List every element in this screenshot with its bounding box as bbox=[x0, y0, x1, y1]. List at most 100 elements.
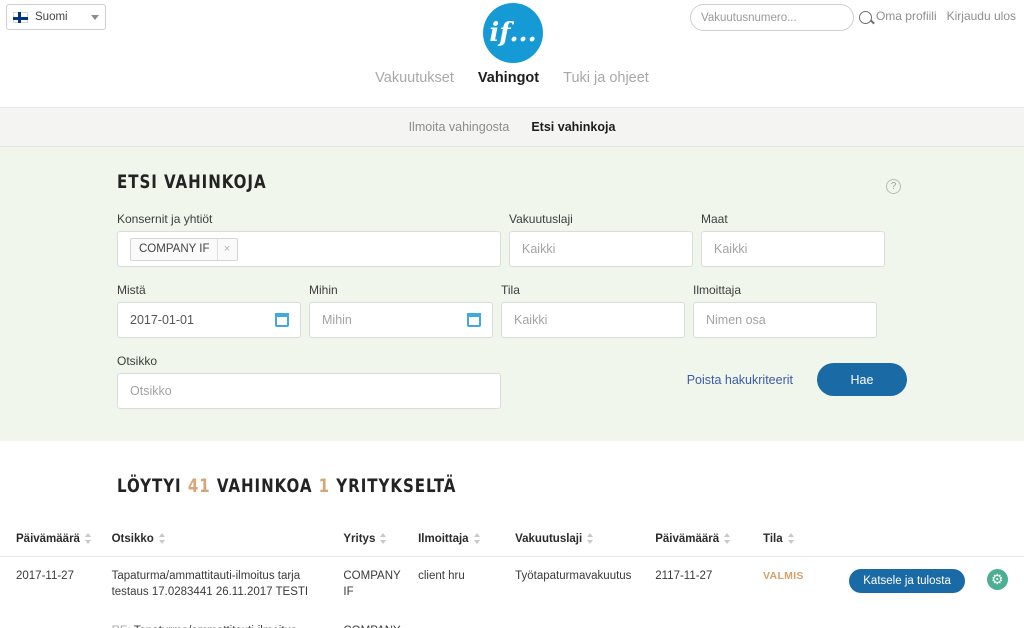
if-logo[interactable]: if... bbox=[483, 3, 543, 63]
top-bar: Suomi if... Oma profiili Kirjaudu ulos V… bbox=[0, 0, 1024, 108]
ilmoittaja-input[interactable]: Nimen osa bbox=[693, 302, 877, 338]
logout-link[interactable]: Kirjaudu ulos bbox=[947, 9, 1016, 23]
cell-actions: Katsele ja tulosta bbox=[843, 557, 981, 613]
field-label-otsikko: Otsikko bbox=[117, 354, 158, 368]
results-title: LÖYTYI 41 VAHINKOA 1 YRITYKSELTÄ bbox=[117, 475, 812, 497]
search-submit-button[interactable]: Hae bbox=[817, 363, 907, 396]
status-badge: VALMIS bbox=[757, 557, 843, 613]
konsernit-input[interactable]: COMPANY IF × bbox=[117, 231, 501, 267]
company-chip-label: COMPANY IF bbox=[139, 243, 210, 255]
tila-input[interactable]: Kaikki bbox=[501, 302, 685, 338]
field-label-konsernit: Konsernit ja yhtiöt bbox=[117, 212, 213, 226]
field-tila: Tila Kaikki bbox=[501, 283, 685, 338]
help-icon[interactable]: ? bbox=[886, 179, 901, 194]
form-row-1: Konsernit ja yhtiöt COMPANY IF × Vakuutu… bbox=[117, 212, 907, 267]
column-label: Päivämäärä bbox=[16, 533, 80, 545]
cell-paivamaara bbox=[0, 612, 106, 628]
cell-paivamaara: 2017-11-27 bbox=[16, 570, 74, 582]
search-icon[interactable] bbox=[859, 11, 872, 24]
chevron-down-icon bbox=[91, 14, 99, 20]
language-label: Suomi bbox=[35, 11, 68, 23]
language-selector[interactable]: Suomi bbox=[6, 4, 106, 30]
sort-icon[interactable] bbox=[473, 533, 481, 544]
column-header-vakuutuslaji[interactable]: Vakuutuslaji bbox=[509, 523, 650, 557]
cell-paivamaara-2 bbox=[649, 612, 757, 628]
account-links: Oma profiili Kirjaudu ulos bbox=[876, 9, 1016, 23]
column-header-otsikko[interactable]: Otsikko bbox=[105, 523, 338, 557]
mista-value: 2017-01-01 bbox=[130, 313, 194, 327]
clear-criteria-link[interactable]: Poista hakukriteerit bbox=[687, 373, 793, 387]
sort-icon[interactable] bbox=[724, 533, 731, 544]
column-header-ilmoittaja[interactable]: Ilmoittaja bbox=[412, 523, 510, 557]
column-label: Tila bbox=[763, 533, 783, 545]
field-label-tila: Tila bbox=[501, 283, 520, 297]
search-input[interactable] bbox=[701, 11, 855, 24]
column-label: Ilmoittaja bbox=[418, 533, 469, 545]
cell-actions bbox=[843, 612, 981, 628]
subnav-item-ilmoita-vahingosta[interactable]: Ilmoita vahingosta bbox=[409, 120, 510, 134]
sort-icon[interactable] bbox=[380, 533, 387, 544]
results-table: Päivämäärä Otsikko Yritys Ilmoittaja Vak… bbox=[0, 523, 1024, 628]
sort-icon[interactable] bbox=[84, 533, 92, 544]
sort-icon[interactable] bbox=[587, 533, 594, 544]
mihin-input[interactable]: Mihin bbox=[309, 302, 493, 338]
cell-vakuutuslaji bbox=[509, 612, 649, 628]
results-company-count: 1 bbox=[318, 475, 331, 497]
sub-navigation: Ilmoita vahingosta Etsi vahinkoja bbox=[0, 108, 1024, 147]
policy-search[interactable] bbox=[690, 4, 872, 31]
cell-yritys: COMPANY bbox=[337, 612, 412, 628]
logo-text: if... bbox=[489, 18, 537, 48]
table-row[interactable]: 2017-11-27 Tapaturma/ammattitauti-ilmoit… bbox=[0, 557, 1024, 613]
nav-item-vakuutukset[interactable]: Vakuutukset bbox=[375, 70, 454, 86]
nav-item-vahingot[interactable]: Vahingot bbox=[478, 70, 539, 86]
finland-flag-icon bbox=[13, 11, 28, 23]
sort-icon[interactable] bbox=[158, 533, 166, 544]
column-header-tila[interactable]: Tila bbox=[757, 523, 844, 557]
table-row[interactable]: RE: Tapaturma/ammattitauti-ilmoitus COMP… bbox=[0, 612, 1024, 628]
sort-icon[interactable] bbox=[787, 533, 795, 544]
column-header-paivamaara-2[interactable]: Päivämäärä bbox=[649, 523, 758, 557]
cell-paivamaara-2: 2117-11-27 bbox=[655, 570, 713, 582]
field-label-vakuutuslaji: Vakuutuslaji bbox=[509, 212, 573, 226]
table-head: Päivämäärä Otsikko Yritys Ilmoittaja Vak… bbox=[0, 523, 1024, 557]
column-header-yritys[interactable]: Yritys bbox=[337, 523, 413, 557]
calendar-icon[interactable] bbox=[467, 313, 481, 327]
results-mid: VAHINKOA bbox=[216, 475, 313, 497]
results-heading: LÖYTYI 41 VAHINKOA 1 YRITYKSELTÄ bbox=[117, 441, 907, 523]
gear-icon[interactable] bbox=[986, 569, 1008, 590]
view-and-print-button[interactable]: Katsele ja tulosta bbox=[849, 569, 965, 593]
column-header-paivamaara[interactable]: Päivämäärä bbox=[0, 523, 106, 557]
field-label-mista: Mistä bbox=[117, 283, 146, 297]
field-label-ilmoittaja: Ilmoittaja bbox=[693, 283, 742, 297]
results-suffix: YRITYKSELTÄ bbox=[336, 475, 457, 497]
field-otsikko: Otsikko Otsikko bbox=[117, 354, 501, 409]
column-label: Vakuutuslaji bbox=[515, 533, 583, 545]
cell-tila bbox=[757, 612, 843, 628]
maat-input[interactable]: Kaikki bbox=[701, 231, 885, 267]
mista-input[interactable]: 2017-01-01 bbox=[117, 302, 301, 338]
page-title: ETSI VAHINKOJA bbox=[117, 171, 267, 193]
field-ilmoittaja: Ilmoittaja Nimen osa bbox=[693, 283, 877, 338]
subnav-item-etsi-vahinkoja[interactable]: Etsi vahinkoja bbox=[531, 120, 615, 134]
form-row-2: Mistä 2017-01-01 Mihin Mihin Tila Kaikki… bbox=[117, 283, 907, 338]
otsikko-input[interactable]: Otsikko bbox=[117, 373, 501, 409]
profile-link[interactable]: Oma profiili bbox=[876, 9, 937, 23]
nav-item-tuki-ja-ohjeet[interactable]: Tuki ja ohjeet bbox=[563, 70, 649, 86]
mihin-placeholder: Mihin bbox=[322, 313, 352, 327]
table-body: 2017-11-27 Tapaturma/ammattitauti-ilmoit… bbox=[0, 557, 1024, 628]
search-panel: ? ETSI VAHINKOJA Konsernit ja yhtiöt COM… bbox=[0, 147, 1024, 441]
cell-ilmoittaja: client hru bbox=[418, 570, 465, 582]
vakuutuslaji-input[interactable]: Kaikki bbox=[509, 231, 693, 267]
field-mista: Mistä 2017-01-01 bbox=[117, 283, 301, 338]
cell-otsikko: RE: Tapaturma/ammattitauti-ilmoitus bbox=[106, 612, 338, 628]
cell-otsikko: Tapaturma/ammattitauti-ilmoitus tarja te… bbox=[111, 570, 309, 598]
cell-yritys: COMPANY IF bbox=[343, 570, 401, 598]
results-count: 41 bbox=[187, 475, 211, 497]
field-vakuutuslaji: Vakuutuslaji Kaikki bbox=[509, 212, 693, 267]
status-label: VALMIS bbox=[763, 570, 804, 582]
close-icon[interactable]: × bbox=[216, 238, 237, 260]
company-chip: COMPANY IF × bbox=[130, 237, 238, 261]
field-maat: Maat Kaikki bbox=[701, 212, 885, 267]
calendar-icon[interactable] bbox=[275, 313, 289, 327]
form-actions: Poista hakukriteerit Hae bbox=[687, 363, 907, 396]
